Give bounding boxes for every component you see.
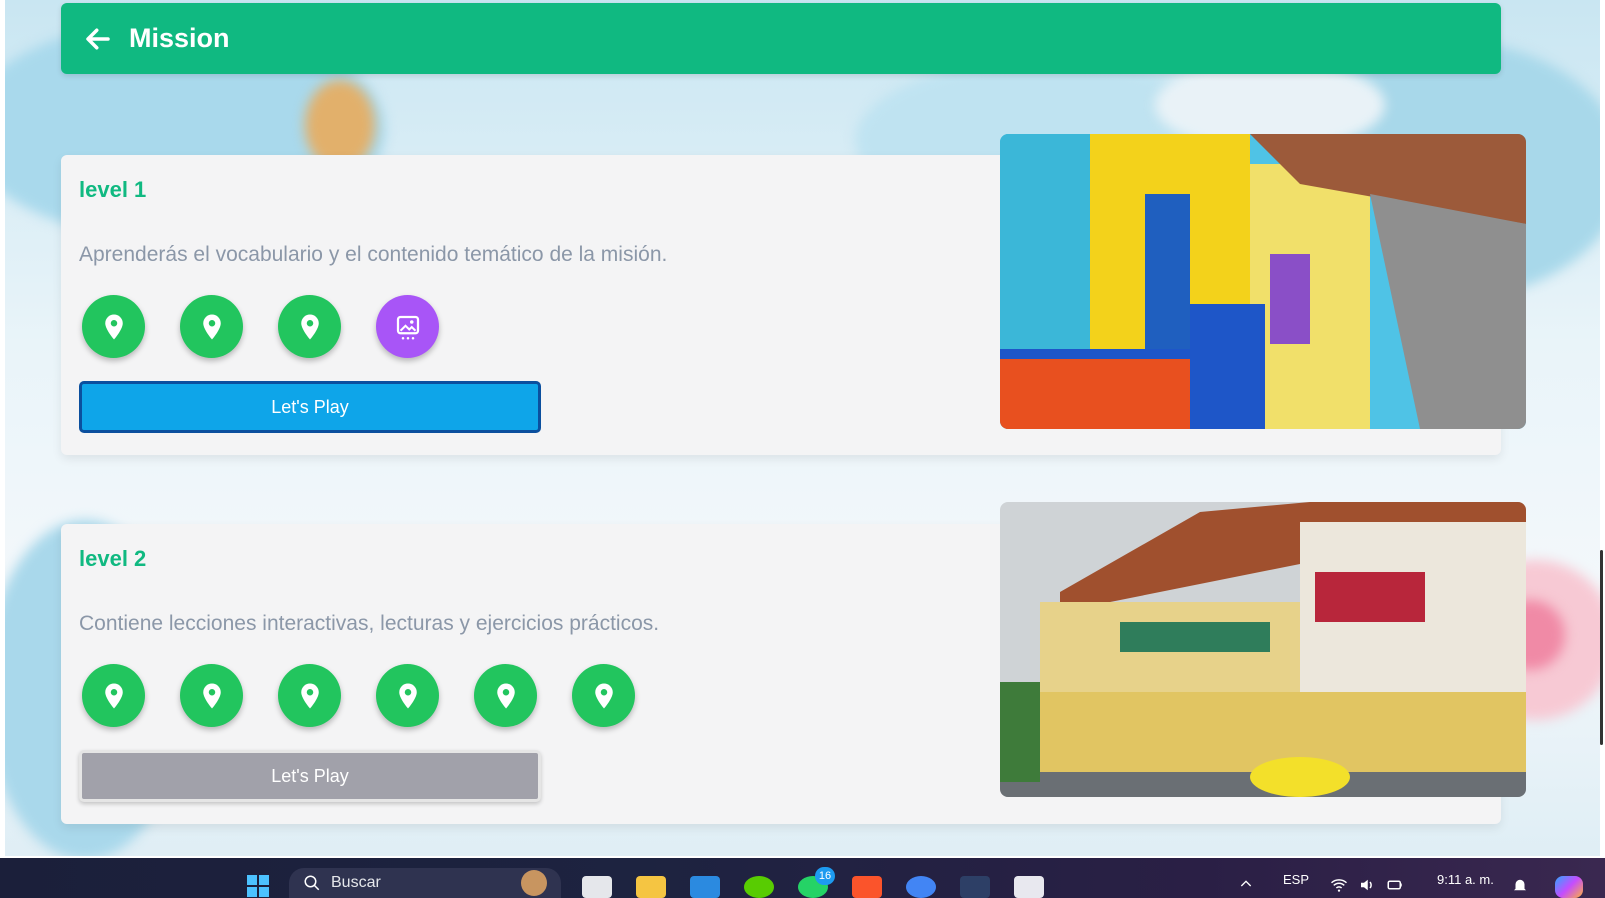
gallery-node[interactable] [376,295,439,358]
volume-icon[interactable] [1358,876,1376,894]
os-taskbar: Buscar 16 ESP 9:11 a. m. [0,858,1605,898]
level-1-photo [1000,134,1526,429]
lesson-node[interactable] [572,664,635,727]
map-pin-icon [202,314,221,339]
map-pin-icon [104,314,123,339]
lesson-node[interactable] [278,295,341,358]
copilot-icon[interactable] [1555,876,1583,898]
duolingo-icon[interactable] [744,876,774,898]
notification-badge: 16 [815,867,835,885]
level-description: Aprenderás el vocabulario y el contenido… [79,243,668,266]
map-pin-icon [496,683,515,708]
gallery-icon [396,315,419,339]
arrow-left-icon[interactable] [83,24,113,54]
battery-icon[interactable] [1386,876,1404,894]
lets-play-button[interactable]: Let's Play [79,381,541,433]
search-icon [304,875,320,891]
snipping-tool-icon[interactable] [1014,876,1044,898]
map-pin-icon [202,683,221,708]
chrome-icon[interactable] [906,876,936,898]
windows-start-icon[interactable] [244,874,272,898]
map-pin-icon [398,683,417,708]
lets-play-button-disabled[interactable]: Let's Play [79,750,541,802]
vscode-icon[interactable] [690,876,720,898]
clock[interactable]: 9:11 a. m. [1437,872,1494,887]
lesson-node[interactable] [180,664,243,727]
level-description: Contiene lecciones interactivas, lectura… [79,612,660,635]
map-pin-icon [300,683,319,708]
wifi-icon[interactable] [1330,876,1348,894]
page-title: Mission [129,23,230,53]
terminal-app-icon[interactable] [960,876,990,898]
level-title: level 2 [79,546,147,571]
bell-icon[interactable] [1511,876,1529,894]
lesson-node[interactable] [474,664,537,727]
lesson-nodes [82,664,635,727]
search-label: Buscar [331,874,381,891]
map-pin-icon [594,683,613,708]
level-title: level 1 [79,177,147,202]
level-2-photo [1000,502,1526,797]
lesson-node[interactable] [376,664,439,727]
lesson-nodes [82,295,439,358]
chevron-up-icon[interactable] [1238,876,1254,892]
language-indicator[interactable]: ESP [1283,872,1309,887]
map-pin-icon [104,683,123,708]
mission-header: Mission [61,3,1501,74]
lesson-node[interactable] [82,664,145,727]
task-view-icon[interactable] [582,876,612,898]
brave-browser-icon[interactable] [852,876,882,898]
lesson-node[interactable] [180,295,243,358]
lesson-node[interactable] [82,295,145,358]
owl-icon [521,870,547,896]
file-explorer-icon[interactable] [636,876,666,898]
map-pin-icon [300,314,319,339]
lesson-node[interactable] [278,664,341,727]
taskbar-search[interactable]: Buscar [289,868,561,898]
page-scrollbar[interactable] [1600,550,1603,745]
